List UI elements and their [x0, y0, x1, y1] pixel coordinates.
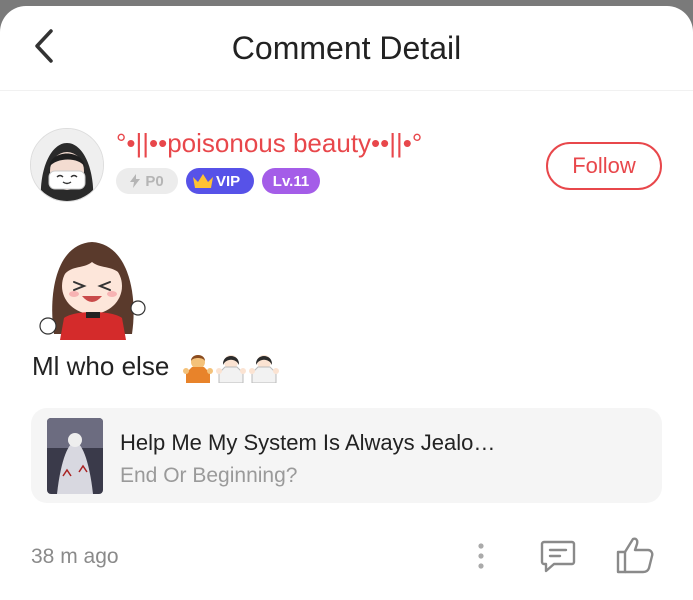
- emoji-row: [182, 353, 279, 384]
- user-badges: P0 VIP Lv.11: [116, 168, 320, 194]
- comment-icon: [540, 540, 576, 573]
- header: Comment Detail: [0, 6, 693, 91]
- avatar[interactable]: [30, 128, 104, 202]
- reply-button[interactable]: [538, 536, 578, 576]
- like-button[interactable]: [614, 534, 656, 576]
- woman-shrugging-emoji-icon: [248, 355, 279, 384]
- page-title: Comment Detail: [231, 30, 462, 66]
- level-badge: Lv.11: [262, 168, 320, 194]
- level-badge-label: Lv.11: [272, 172, 310, 190]
- woman-shrugging-emoji-icon: [182, 355, 213, 384]
- comment-timestamp: 38 m ago: [31, 545, 119, 568]
- lightning-icon: [130, 174, 141, 188]
- anime-girl-sticker: [39, 242, 146, 340]
- vip-badge-label: VIP: [216, 172, 241, 190]
- thumbs-up-icon: [616, 537, 654, 574]
- comment-detail-sheet: Comment Detail °•||••poisonous beauty••|…: [0, 6, 693, 600]
- vip-badge: VIP: [186, 168, 254, 194]
- comment-body: Ml who else: [32, 351, 170, 381]
- book-chapter: End Or Beginning?: [120, 464, 298, 487]
- power-badge-label: P0: [145, 172, 164, 190]
- avatar-image: [31, 129, 103, 201]
- book-card[interactable]: Help Me My System Is Always Jealo… End O…: [31, 408, 662, 503]
- book-cover-image: [47, 418, 103, 494]
- username[interactable]: °•||••poisonous beauty••||•°: [116, 128, 422, 159]
- more-options-button[interactable]: [466, 538, 496, 574]
- more-vertical-icon: [478, 543, 484, 569]
- comment-sticker: [34, 234, 152, 340]
- book-cover: [47, 418, 103, 494]
- crown-icon: [193, 174, 213, 188]
- comment-text: Ml who else: [32, 351, 279, 384]
- power-badge: P0: [116, 168, 178, 194]
- book-title: Help Me My System Is Always Jealo…: [120, 430, 496, 455]
- follow-button[interactable]: Follow: [546, 142, 662, 190]
- woman-shrugging-emoji-icon: [215, 355, 246, 384]
